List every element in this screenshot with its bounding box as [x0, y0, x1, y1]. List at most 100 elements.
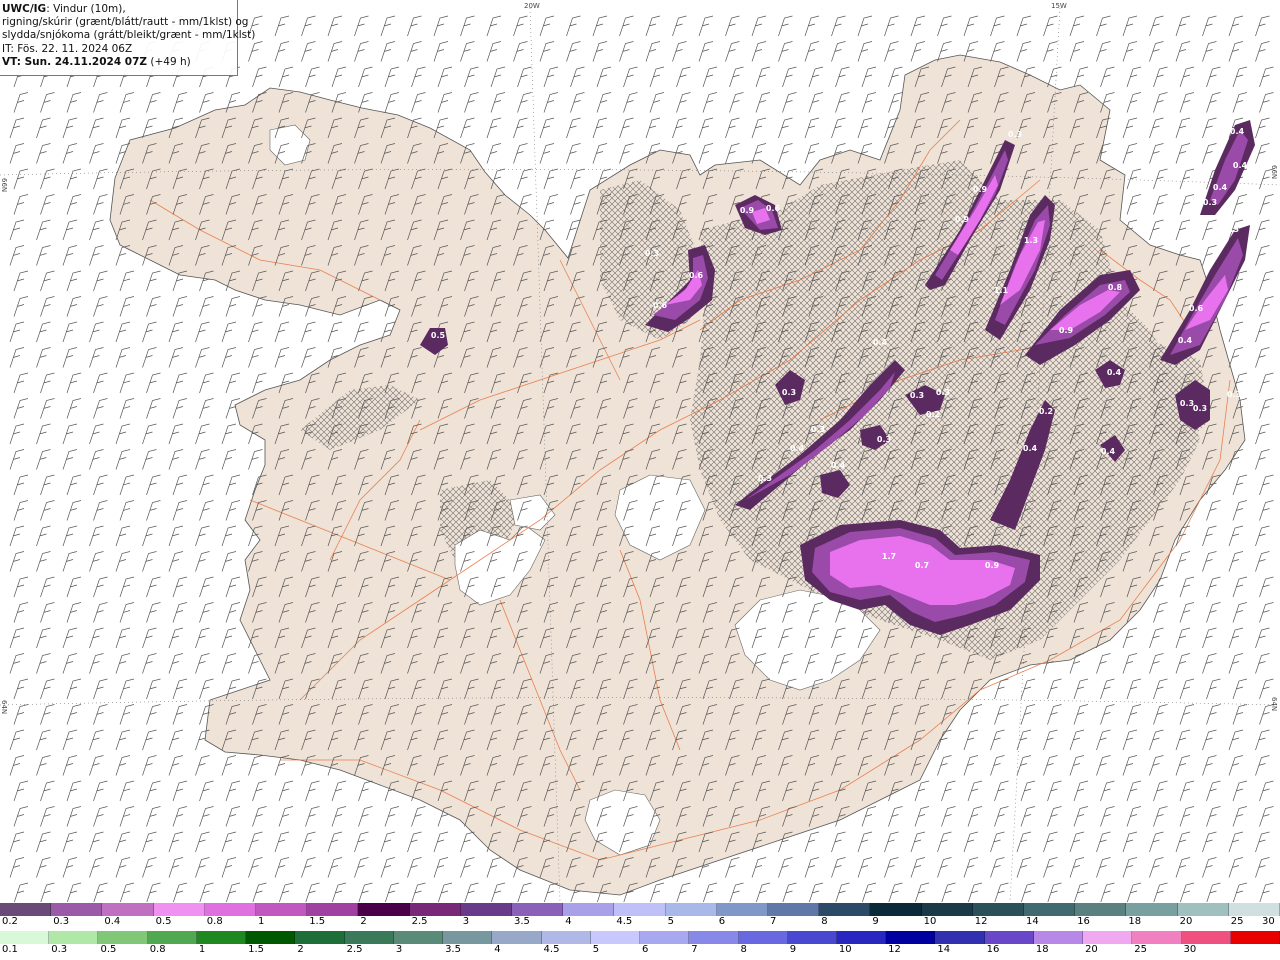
rain-legend-swatch [886, 931, 936, 944]
rain-legend-swatch [295, 931, 345, 944]
snow-legend-swatch [1177, 903, 1229, 916]
snow-legend-label: 9 [872, 916, 879, 927]
rain-legend-label: 3 [395, 944, 403, 955]
snow-legend-colorbar [0, 903, 1280, 916]
snow-legend-label: 30 [1262, 916, 1275, 927]
rain-legend-label: 4 [494, 944, 501, 955]
snow-legend-label: 3.5 [514, 916, 530, 927]
precip-value-label: 0.4 [1107, 368, 1122, 377]
snow-legend-swatch [0, 903, 52, 916]
precip-value-label: 0.3 [936, 388, 950, 397]
precip-value-label: 1.3 [1024, 236, 1038, 245]
snow-legend-label: 10 [923, 916, 937, 927]
snow-legend-swatch [768, 903, 820, 916]
rain-legend-label: 0.3 [51, 944, 68, 955]
precip-value-label: 0.6 [1189, 304, 1204, 313]
snow-legend-swatch [614, 903, 666, 916]
rain-legend-swatch [246, 931, 296, 944]
precip-value-label: 0.4 [1233, 161, 1248, 170]
rain-legend-label: 18 [1035, 944, 1049, 955]
precip-value-label: 0.3 [1193, 404, 1207, 413]
rain-legend-label: 16 [986, 944, 1000, 955]
precip-value-label: 0.7 [915, 561, 929, 570]
rain-legend-swatch [147, 931, 197, 944]
rain-legend-swatch [443, 931, 493, 944]
rain-legend-swatch [984, 931, 1034, 944]
rain-legend-swatch [541, 931, 591, 944]
rain-legend-label: 14 [937, 944, 951, 955]
snow-legend-swatch [512, 903, 564, 916]
snow-legend-label: 20 [1179, 916, 1193, 927]
info-line-3: slydda/snjókoma (grátt/bleikt/grænt - mm… [2, 29, 256, 42]
rain-legend-label: 3.5 [445, 944, 461, 955]
snow-legend-swatch [972, 903, 1025, 916]
precip-value-label: 1.7 [882, 552, 896, 561]
precip-value-label: 0.5 [431, 331, 446, 340]
snow-legend-label: 4.5 [616, 916, 633, 927]
snow-legend-label: 6 [718, 916, 726, 927]
rain-legend-swatch [1132, 931, 1182, 944]
lat-label-64n-right: 64N [1270, 697, 1278, 711]
info-line-5: VT: Sun. 24.11.2024 07Z (+49 h) [2, 56, 235, 69]
snow-legend: 0.2 0.3 0.4 0.5 0.8 1 1.5 2 2.5 3 3.5 4 4.5 5 6 7 8 9 10 12… [0, 903, 1280, 930]
rain-legend-swatch [738, 931, 788, 944]
info-valid-time: VT: Sun. 24.11.2024 07Z [2, 55, 148, 68]
lon-label-15w: 15W [1051, 2, 1067, 10]
snow-legend-swatch [460, 903, 513, 916]
lon-label-20w: 20W [524, 2, 540, 10]
lat-label-64n-left: 64N [0, 700, 8, 714]
precip-value-label: 0.2 [926, 410, 940, 419]
snow-legend-swatch [153, 903, 205, 916]
rain-legend-label: 7 [691, 944, 698, 955]
snow-legend-swatch [1228, 903, 1280, 916]
precip-value-label: 0.3 [1225, 225, 1239, 234]
snow-legend-swatch [204, 903, 257, 916]
weather-map: 0.3 0.4 0.4 0.4 0.3 0.3 0.9 0.9 1.3 1.1 0.8 0.9 0.6 0… [0, 0, 1280, 902]
precip-value-label: 0.4 [1213, 183, 1228, 192]
snow-legend-label: 0.2 [2, 916, 18, 927]
snow-legend-label: 25 [1230, 916, 1244, 927]
precip-value-label: 0.4 [1101, 447, 1116, 456]
snow-legend-label: 7 [770, 916, 777, 927]
rain-legend-label: 10 [838, 944, 852, 955]
rain-legend-labels: 0.1 0.3 0.5 0.8 1 1.5 2 2.5 3 3.5 4 4.5 5 6 7 8 9 10 12 14 1… [0, 944, 1280, 958]
rain-legend-label: 6 [642, 944, 649, 955]
snow-legend-label: 1 [258, 916, 265, 927]
snow-legend-swatch [870, 903, 922, 916]
precip-value-label: 0.3 [910, 391, 924, 400]
rain-legend-swatch [344, 931, 394, 944]
snow-legend-labels: 0.2 0.3 0.4 0.5 0.8 1 1.5 2 2.5 3 3.5 4 4.5 5 6 7 8 9 10 12… [0, 916, 1280, 930]
info-lead-time: (+49 h) [147, 55, 191, 68]
precip-value-label: 0.4 [1230, 127, 1245, 136]
precip-value-label: 0.6 [689, 271, 704, 280]
rain-legend-label: 30 [1183, 944, 1197, 955]
rain-legend-swatch [49, 931, 99, 944]
snow-legend-swatch [358, 903, 410, 916]
rain-legend-swatch [196, 931, 247, 944]
rain-legend-label: 9 [789, 944, 797, 955]
snow-legend-swatch [256, 903, 308, 916]
precip-value-label: 0.4 [790, 444, 805, 453]
snow-legend-label: 18 [1128, 916, 1142, 927]
precip-value-label: 0.9 [955, 215, 970, 224]
snow-legend-label: 2 [360, 916, 367, 927]
precip-value-label: 0.2 [1039, 407, 1053, 416]
snow-legend-swatch [563, 903, 615, 916]
rain-legend-swatch [787, 931, 837, 944]
rain-legend-label: 2 [297, 944, 304, 955]
lat-label-66n-right: 66N [1270, 165, 1278, 179]
rain-legend-swatch [0, 931, 50, 944]
precip-value-label: 0.3 [1203, 198, 1217, 207]
precip-value-label: 0.3 [1227, 390, 1241, 399]
snow-legend-label: 12 [974, 916, 988, 927]
precip-value-label: 0.4 [873, 338, 888, 347]
rain-legend-colorbar [0, 931, 1280, 944]
info-title-line: UWC/IG: Vindur (10m), [2, 3, 235, 16]
rain-legend-label: 12 [888, 944, 901, 955]
precip-value-label: 0.3 [811, 425, 825, 434]
precip-value-label: 0.4 [1023, 444, 1038, 453]
snow-legend-label: 3 [462, 916, 470, 927]
rain-legend-label: 25 [1134, 944, 1148, 955]
info-title-rest: : Vindur (10m), [46, 3, 126, 15]
snow-legend-label: 5 [667, 916, 674, 927]
